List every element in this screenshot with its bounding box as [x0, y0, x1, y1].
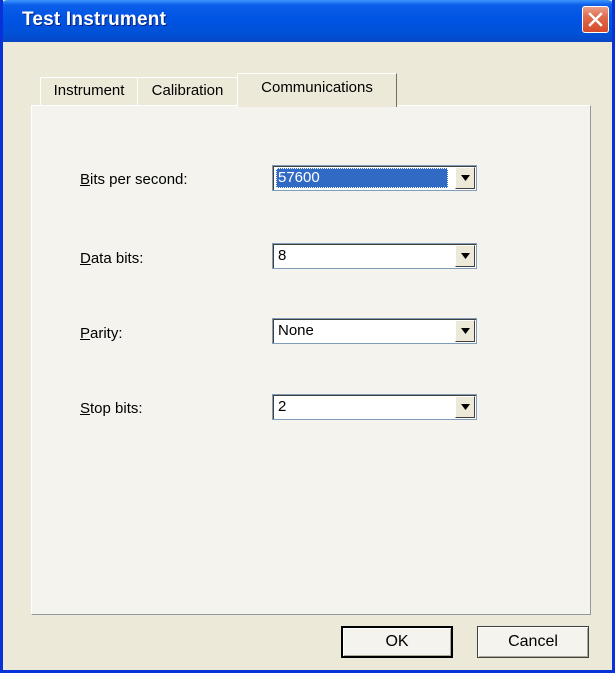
accelerator-key: D — [80, 250, 91, 267]
accelerator-key: S — [80, 400, 91, 417]
dropdown-button[interactable] — [455, 320, 475, 342]
cancel-button[interactable]: Cancel — [477, 626, 589, 658]
accelerator-key: P — [80, 325, 91, 342]
select-value: 57600 — [276, 168, 448, 188]
dialog-window: Test Instrument Instrument Calibration C… — [0, 0, 615, 673]
tab-label: Communications — [261, 79, 373, 96]
dropdown-button[interactable] — [455, 245, 475, 267]
window-title: Test Instrument — [22, 9, 167, 30]
bits-per-second-label: Bits per second: — [80, 171, 188, 188]
button-label: Cancel — [508, 633, 558, 650]
stop-bits-label: Stop bits: — [80, 400, 143, 417]
tab-communications[interactable]: Communications — [237, 73, 397, 107]
label-text: arity: — [90, 325, 123, 342]
data-bits-select[interactable]: 8 — [272, 243, 477, 269]
button-label: OK — [385, 633, 409, 650]
accelerator-key: B — [80, 171, 91, 188]
title-bar[interactable]: Test Instrument — [3, 0, 612, 42]
bits-per-second-select[interactable]: 57600 — [272, 165, 477, 191]
ok-button[interactable]: OK — [341, 626, 453, 658]
chevron-down-icon — [461, 253, 470, 259]
label-text: ata bits: — [90, 250, 144, 267]
select-value: None — [278, 322, 314, 339]
dropdown-button[interactable] — [455, 396, 475, 418]
parity-label: Parity: — [80, 325, 123, 342]
tab-instrument[interactable]: Instrument — [40, 77, 138, 105]
stop-bits-select[interactable]: 2 — [272, 394, 477, 420]
parity-select[interactable]: None — [272, 318, 477, 344]
dropdown-button[interactable] — [455, 167, 475, 189]
chevron-down-icon — [461, 404, 470, 410]
tab-calibration[interactable]: Calibration — [137, 77, 238, 105]
select-value: 8 — [278, 247, 287, 264]
tab-label: Calibration — [151, 82, 224, 99]
communications-panel: Bits per second: 57600 Data bits: 8 Pari… — [31, 105, 591, 615]
data-bits-label: Data bits: — [80, 250, 143, 267]
label-text: its per second: — [90, 171, 188, 188]
label-text: top bits: — [90, 400, 143, 417]
tab-label: Instrument — [53, 82, 125, 99]
chevron-down-icon — [461, 328, 470, 334]
chevron-down-icon — [461, 175, 470, 181]
select-value: 2 — [278, 398, 287, 415]
close-button[interactable] — [582, 6, 609, 33]
close-icon — [588, 12, 603, 27]
